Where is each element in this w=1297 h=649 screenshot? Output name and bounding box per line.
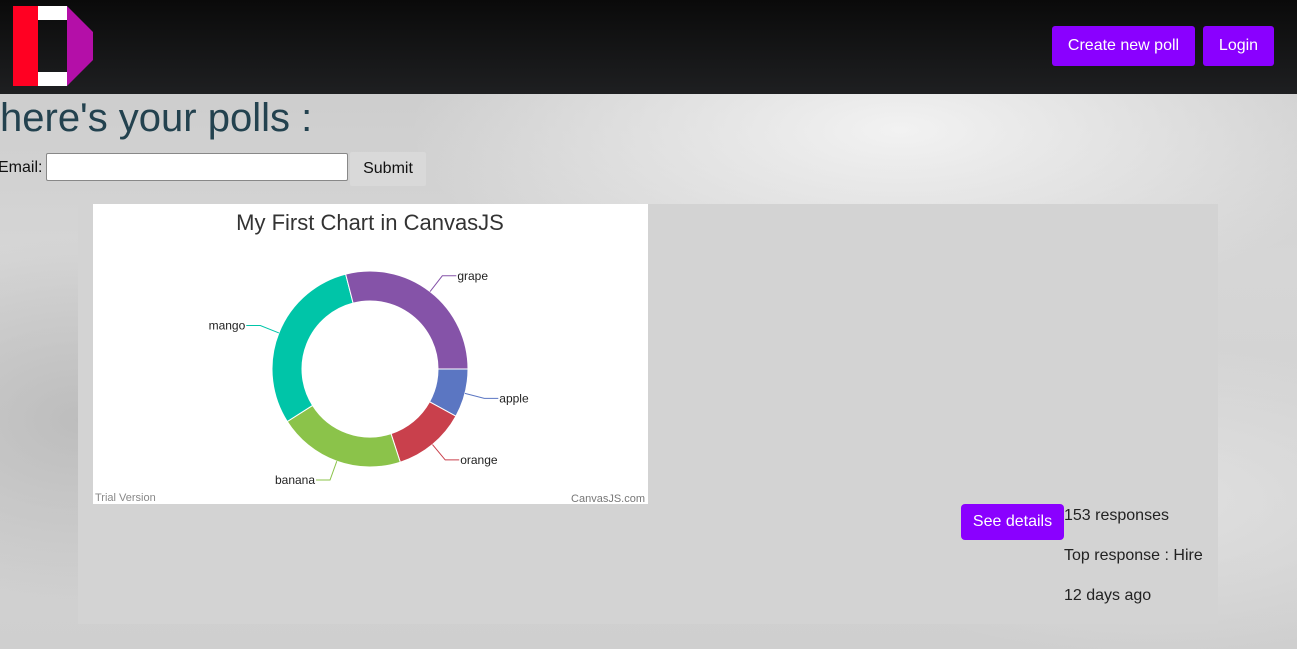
login-button[interactable]: Login <box>1203 26 1274 66</box>
create-poll-button[interactable]: Create new poll <box>1052 26 1195 66</box>
brand-logo[interactable] <box>13 6 93 86</box>
chart-watermark-canvasjs[interactable]: CanvasJS.com <box>571 493 645 504</box>
poll-meta: 153 responses Top response : Hire 12 day… <box>1064 504 1214 624</box>
submit-button[interactable]: Submit <box>350 152 426 186</box>
chart-watermark-trial: Trial Version <box>95 492 156 504</box>
chart-label-apple: apple <box>499 391 529 405</box>
poll-chart: My First Chart in CanvasJS apple orange ba… <box>93 204 648 504</box>
chart-leader-orange <box>432 444 460 461</box>
chart-slice-grape[interactable] <box>345 270 469 370</box>
chart-leader-banana <box>316 461 338 481</box>
logo-white-top <box>38 6 67 20</box>
page-title: here's your polls : <box>0 96 313 140</box>
chart-leader-mango <box>246 325 280 334</box>
email-input[interactable] <box>46 153 348 181</box>
see-details-button[interactable]: See details <box>961 504 1064 540</box>
logo-purple-arrow <box>67 6 93 86</box>
chart-leader-apple <box>464 392 499 399</box>
poll-card: My First Chart in CanvasJS apple orange ba… <box>78 204 1218 624</box>
chart-title: My First Chart in CanvasJS <box>236 210 504 235</box>
chart-label-banana: banana <box>275 473 315 487</box>
poll-age: 12 days ago <box>1064 587 1152 604</box>
chart-label-grape: grape <box>457 269 488 283</box>
chart-label-mango: mango <box>209 319 246 333</box>
logo-white-bottom <box>38 72 67 86</box>
doughnut-chart: My First Chart in CanvasJS apple orange ba… <box>95 210 645 504</box>
navbar: Create new poll Login <box>0 0 1297 94</box>
chart-leader-grape <box>429 275 457 292</box>
chart-slice-orange[interactable] <box>390 401 457 463</box>
chart-slice-mango[interactable] <box>271 273 354 423</box>
chart-slice-banana[interactable] <box>286 404 401 468</box>
chart-label-orange: orange <box>460 453 498 467</box>
top-response: Top response : Hire <box>1064 547 1203 564</box>
email-label: Email: <box>0 159 43 176</box>
response-count: 153 responses <box>1064 507 1169 524</box>
logo-red-bar <box>13 6 38 86</box>
